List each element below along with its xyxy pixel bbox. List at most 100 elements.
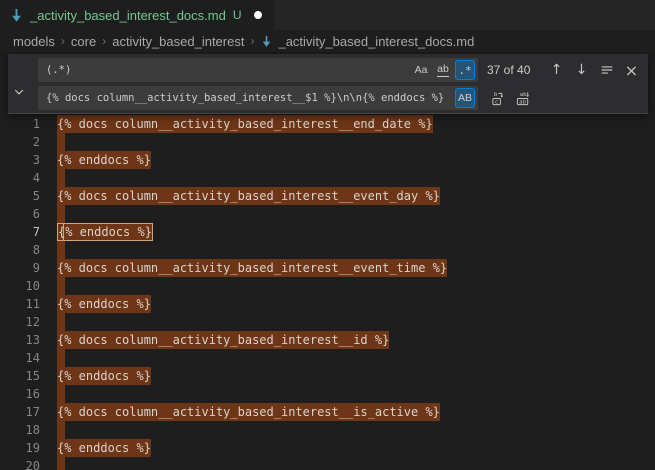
svg-text:ab: ab (519, 99, 526, 105)
code-line[interactable]: 15 {% enddocs %} (0, 367, 655, 385)
match-highlight: {% enddocs %} (57, 151, 151, 169)
code-line[interactable]: 8 (0, 241, 655, 259)
tab-filename: _activity_based_interest_docs.md (30, 8, 226, 23)
replace-input[interactable]: {% docs column__activity_based_interest_… (38, 86, 478, 110)
markdown-file-icon (9, 8, 24, 23)
match-highlight: {% enddocs %} (57, 295, 151, 313)
line-number[interactable]: 6 (0, 205, 40, 223)
code-line[interactable]: 7{% enddocs %} (0, 223, 655, 241)
match-highlight (57, 205, 65, 223)
match-highlight: {% docs column__activity_based_interest_… (57, 331, 389, 349)
line-text: {% docs column__activity_based_interest_… (40, 187, 655, 205)
line-number[interactable]: 9 (0, 259, 40, 277)
code-line[interactable]: 14 (0, 349, 655, 367)
breadcrumb-item-activity-based-interest[interactable]: activity_based_interest (112, 34, 244, 49)
match-highlight (57, 457, 65, 470)
line-number[interactable]: 13 (0, 331, 40, 349)
previous-match-button[interactable]: ↑ (546, 60, 567, 81)
code-line[interactable]: 18 (0, 421, 655, 439)
replace-all-button[interactable]: ab ab (513, 88, 534, 109)
line-text: {% enddocs %} (40, 151, 655, 169)
code-line[interactable]: 4 (0, 169, 655, 187)
breadcrumb: models › core › activity_based_interest … (0, 30, 655, 52)
line-number[interactable]: 20 (0, 457, 40, 470)
line-text: {% enddocs %} (40, 223, 655, 241)
chevron-down-icon (13, 86, 25, 98)
preserve-case-toggle[interactable]: AB (455, 88, 475, 108)
line-number[interactable]: 5 (0, 187, 40, 205)
line-number[interactable]: 4 (0, 169, 40, 187)
code-line[interactable]: 2 (0, 133, 655, 151)
breadcrumb-item-file[interactable]: _activity_based_interest_docs.md (260, 34, 474, 49)
breadcrumb-separator: › (250, 34, 254, 48)
code-line[interactable]: 12 (0, 313, 655, 331)
breadcrumb-separator: › (102, 34, 106, 48)
match-highlight (57, 169, 65, 187)
find-input[interactable]: (.*) Aa ab .* (38, 58, 478, 82)
line-text (40, 385, 655, 403)
arrow-up-icon: ↑ (551, 62, 563, 78)
selection-lines-icon (600, 63, 614, 77)
match-highlight: {% enddocs %} (57, 439, 151, 457)
match-highlight (57, 133, 65, 151)
replace-row: {% docs column__activity_based_interest_… (38, 86, 644, 110)
line-number[interactable]: 1 (0, 115, 40, 133)
line-number[interactable]: 8 (0, 241, 40, 259)
code-line[interactable]: 16 (0, 385, 655, 403)
breadcrumb-file-label: _activity_based_interest_docs.md (278, 34, 474, 49)
markdown-file-icon (260, 35, 273, 48)
svg-text:ab: ab (520, 92, 527, 98)
find-in-selection-button[interactable] (596, 60, 617, 81)
breadcrumb-item-models[interactable]: models (13, 34, 55, 49)
breadcrumb-separator: › (61, 34, 65, 48)
code-line[interactable]: 3 {% enddocs %} (0, 151, 655, 169)
match-highlight: {% docs column__activity_based_interest_… (57, 403, 440, 421)
match-case-toggle[interactable]: Aa (411, 60, 431, 80)
tab-active-file[interactable]: _activity_based_interest_docs.md U (0, 0, 274, 30)
whole-word-toggle[interactable]: ab (433, 60, 453, 80)
line-number[interactable]: 12 (0, 313, 40, 331)
code-line[interactable]: 20 (0, 457, 655, 470)
line-text (40, 205, 655, 223)
regex-toggle[interactable]: .* (455, 60, 475, 80)
line-number[interactable]: 10 (0, 277, 40, 295)
next-match-button[interactable]: ↓ (571, 60, 592, 81)
find-replace-rows: (.*) Aa ab .* 37 of 40 ↑ ↓ × (30, 54, 648, 113)
code-line[interactable]: 11 {% enddocs %} (0, 295, 655, 313)
code-line[interactable]: 9{% docs column__activity_based_interest… (0, 259, 655, 277)
code-line[interactable]: 19 {% enddocs %} (0, 439, 655, 457)
code-line[interactable]: 1{% docs column__activity_based_interest… (0, 115, 655, 133)
line-text: {% docs column__activity_based_interest_… (40, 331, 655, 349)
replace-input-value: {% docs column__activity_based_interest_… (46, 92, 453, 104)
match-highlight (57, 385, 65, 403)
line-number[interactable]: 19 (0, 439, 40, 457)
code-line[interactable]: 5{% docs column__activity_based_interest… (0, 187, 655, 205)
line-number[interactable]: 7 (0, 223, 40, 241)
close-find-button[interactable]: × (621, 60, 642, 81)
modified-dot-icon[interactable] (254, 11, 262, 19)
code-line[interactable]: 6 (0, 205, 655, 223)
line-number[interactable]: 18 (0, 421, 40, 439)
code-area: 1 {% docs column__activity_based_interest… (0, 52, 655, 470)
line-number[interactable]: 17 (0, 403, 40, 421)
line-number[interactable]: 3 (0, 151, 40, 169)
breadcrumb-item-core[interactable]: core (71, 34, 96, 49)
line-text: {% enddocs %} (40, 295, 655, 313)
code-line[interactable]: 10 (0, 277, 655, 295)
line-text (40, 169, 655, 187)
replace-one-button[interactable]: b c (488, 88, 509, 109)
code-line[interactable]: 13 {% docs column__activity_based_interes… (0, 331, 655, 349)
line-number[interactable]: 14 (0, 349, 40, 367)
replace-icon: b c (491, 91, 506, 106)
svg-text:c: c (495, 99, 498, 105)
line-number[interactable]: 16 (0, 385, 40, 403)
find-row: (.*) Aa ab .* 37 of 40 ↑ ↓ × (38, 58, 644, 82)
line-number[interactable]: 2 (0, 133, 40, 151)
match-count: 37 of 40 (487, 63, 530, 77)
code-line[interactable]: 17 {% docs column__activity_based_interes… (0, 403, 655, 421)
line-number[interactable]: 15 (0, 367, 40, 385)
match-highlight (57, 313, 65, 331)
line-number[interactable]: 11 (0, 295, 40, 313)
match-highlight: {% enddocs %} (57, 367, 151, 385)
toggle-replace-button[interactable] (8, 54, 30, 113)
